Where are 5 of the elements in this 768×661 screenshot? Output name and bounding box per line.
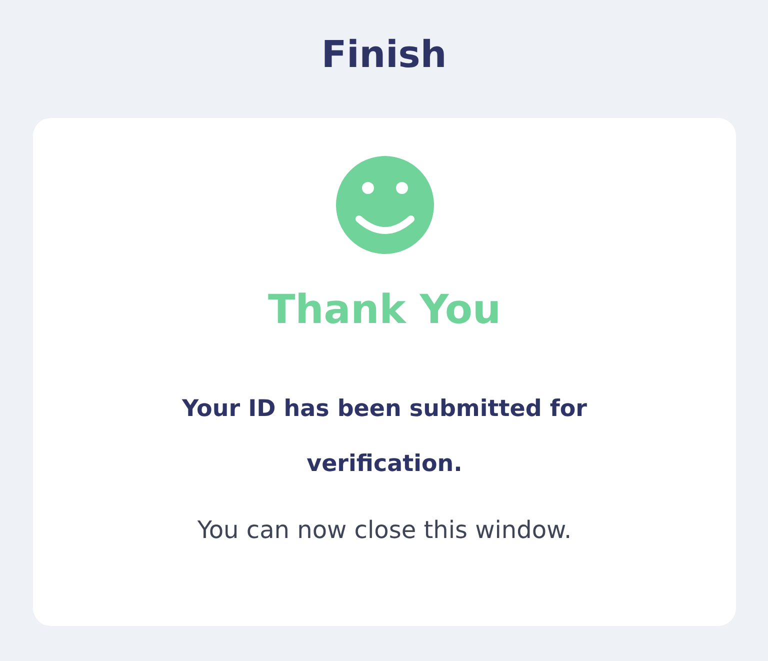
close-window-note: You can now close this window. bbox=[197, 515, 572, 546]
smiley-face-icon bbox=[336, 156, 434, 254]
page-title: Finish bbox=[321, 32, 447, 78]
submission-message: Your ID has been submitted for verification. bbox=[181, 395, 588, 479]
thank-you-heading: Thank You bbox=[268, 286, 501, 335]
